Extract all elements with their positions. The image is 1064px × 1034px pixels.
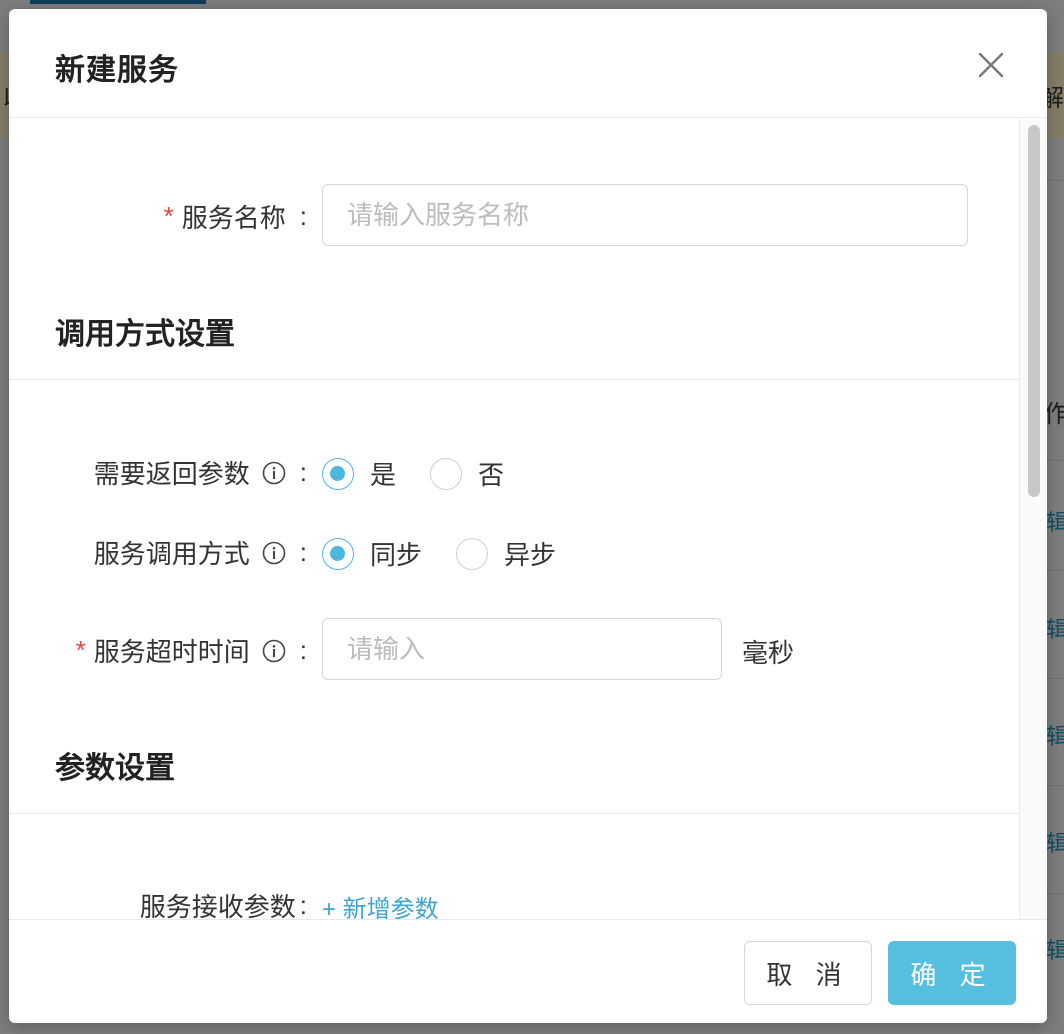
service-name-input[interactable]	[322, 184, 968, 246]
info-icon[interactable]	[262, 639, 286, 663]
close-icon	[973, 52, 1009, 87]
info-icon[interactable]	[262, 541, 286, 565]
radio-option-label: 同步	[370, 540, 423, 570]
receive-params-label-text: 服务接收参数	[139, 892, 296, 919]
need-return-label-text: 需要返回参数	[93, 459, 250, 489]
call-mode-row: 服务调用方式 : 同步 异步	[9, 531, 1019, 571]
info-icon[interactable]	[262, 461, 286, 485]
timeout-label-text: 服务超时时间	[93, 637, 250, 667]
section-divider	[9, 379, 1019, 380]
radio-unchecked[interactable]	[456, 537, 489, 570]
receive-params-label: 服务接收参数 :	[140, 887, 307, 919]
required-asterisk: *	[163, 201, 174, 231]
timeout-row: * 服务超时时间 : 毫秒	[9, 617, 1019, 681]
label-colon: :	[299, 635, 307, 665]
radio-option-label: 是	[370, 460, 397, 490]
label-colon: :	[299, 537, 307, 567]
radio-option-label: 否	[478, 460, 505, 490]
dialog-title: 新建服务	[55, 54, 179, 87]
confirm-button[interactable]: 确 定	[888, 941, 1016, 1005]
section-divider	[9, 813, 1019, 814]
call-mode-radio-group: 同步 异步	[322, 535, 590, 572]
label-colon: :	[299, 457, 307, 487]
need-return-row: 需要返回参数 : 是 否	[9, 451, 1019, 491]
radio-unchecked[interactable]	[430, 457, 463, 490]
dialog-header: 新建服务	[9, 9, 1047, 118]
call-mode-label-text: 服务调用方式	[93, 539, 250, 569]
call-mode-option-async[interactable]: 异步	[456, 535, 556, 572]
dialog-scrollbar[interactable]	[1019, 119, 1047, 919]
receive-params-row: 服务接收参数 : + 新增参数	[9, 885, 1019, 919]
timeout-input[interactable]	[322, 618, 722, 680]
radio-checked[interactable]	[322, 537, 354, 570]
need-return-label: 需要返回参数 :	[94, 454, 307, 491]
dialog-footer: 取 消 确 定	[9, 919, 1047, 1023]
timeout-label: * 服务超时时间 :	[76, 632, 307, 669]
radio-option-label: 异步	[504, 540, 557, 570]
cancel-button[interactable]: 取 消	[744, 941, 872, 1005]
required-asterisk: *	[75, 635, 86, 665]
service-name-label-text: 服务名称	[181, 203, 286, 233]
radio-checked[interactable]	[322, 457, 354, 490]
service-name-label: * 服务名称 :	[164, 198, 307, 235]
need-return-option-no[interactable]: 否	[430, 455, 504, 492]
label-colon: :	[299, 201, 307, 231]
param-settings-section-title: 参数设置	[55, 752, 175, 785]
need-return-radio-group: 是 否	[322, 455, 538, 492]
timeout-unit: 毫秒	[742, 638, 795, 668]
call-settings-section-title: 调用方式设置	[55, 318, 235, 351]
close-button[interactable]	[973, 47, 1009, 83]
dialog-body[interactable]: * 服务名称 : 调用方式设置 需要返回参数 : 是	[9, 119, 1019, 919]
call-mode-label: 服务调用方式 :	[94, 534, 307, 571]
scrollbar-thumb[interactable]	[1028, 125, 1040, 497]
service-name-row: * 服务名称 :	[9, 183, 1019, 247]
call-mode-option-sync[interactable]: 同步	[322, 535, 422, 572]
label-colon: :	[299, 890, 307, 919]
need-return-option-yes[interactable]: 是	[322, 455, 396, 492]
new-service-dialog: 新建服务 * 服务名称 : 调用方式设置 需要返回参数	[9, 9, 1047, 1023]
add-param-link[interactable]: + 新增参数	[322, 889, 439, 919]
